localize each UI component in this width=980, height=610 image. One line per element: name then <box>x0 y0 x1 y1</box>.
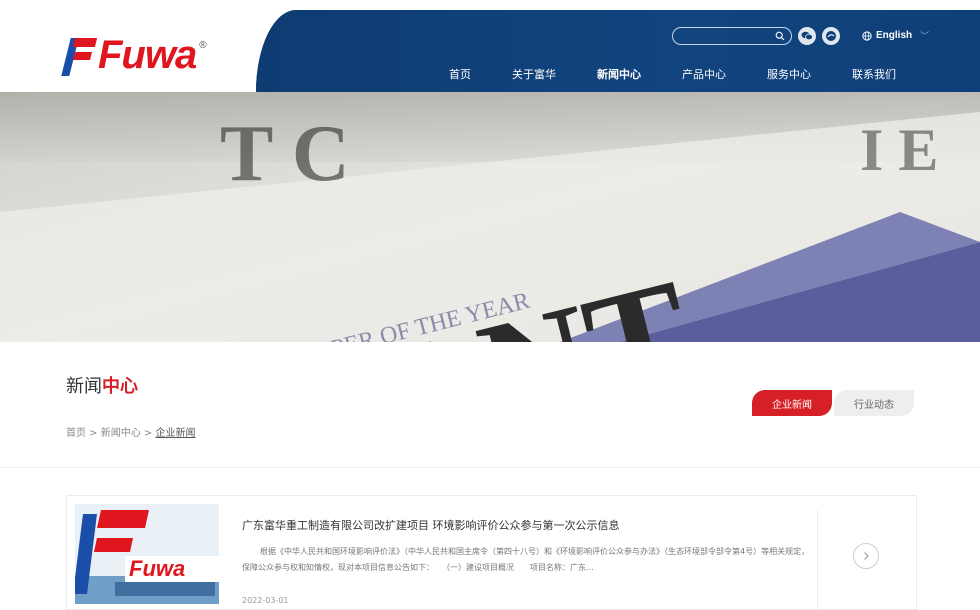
breadcrumb-sep: > <box>86 428 101 439</box>
globe-icon <box>862 30 872 41</box>
search-input[interactable] <box>679 29 771 43</box>
nav-about[interactable]: 关于富华 <box>512 66 556 82</box>
page-title-plain: 新闻 <box>66 376 102 397</box>
card-separator <box>817 510 818 610</box>
news-summary: 根据《中华人民共和国环境影响评价法》（中华人民共和国主席令（第四十八号）和《环境… <box>242 547 810 572</box>
site-header: Fuwa ® English ﹀ 首页 关于富华 新闻中心 产品中心 服务中心 … <box>0 0 980 92</box>
nav-home[interactable]: 首页 <box>449 66 471 82</box>
chevron-down-icon: ﹀ <box>920 31 930 41</box>
news-title[interactable]: 广东富华重工制造有限公司改扩建项目 环境影响评价公众参与第一次公示信息 <box>242 517 620 533</box>
thumb-logo-text: Fuwa <box>129 556 185 581</box>
newspaper-image: EUROPEAN NEWSPAPER OF THE YEAR OURANT T … <box>0 92 980 342</box>
chevron-right-icon <box>864 552 869 560</box>
search-icon[interactable] <box>775 31 785 41</box>
registered-mark: ® <box>199 40 207 51</box>
logo-text: Fuwa <box>98 33 197 77</box>
language-label: English <box>876 30 913 41</box>
breadcrumb-sep: > <box>140 428 156 439</box>
language-switcher[interactable]: English ﹀ <box>862 29 929 42</box>
read-more-button[interactable] <box>853 543 879 569</box>
weibo-icon[interactable] <box>822 27 840 45</box>
breadcrumb: 首页 > 新闻中心 > 企业新闻 <box>66 424 196 439</box>
news-card[interactable]: Fuwa 广东富华重工制造有限公司改扩建项目 环境影响评价公众参与第一次公示信息… <box>66 495 917 610</box>
breadcrumb-current[interactable]: 企业新闻 <box>156 428 196 439</box>
tab-company-news[interactable]: 企业新闻 <box>752 390 832 416</box>
logo-mark-icon <box>61 34 98 76</box>
nav-products[interactable]: 产品中心 <box>682 66 726 82</box>
search-box <box>672 27 792 45</box>
fuwa-logo[interactable]: Fuwa ® <box>61 26 207 77</box>
divider <box>0 467 980 468</box>
breadcrumb-parent[interactable]: 新闻中心 <box>101 428 141 439</box>
hero-banner: EUROPEAN NEWSPAPER OF THE YEAR OURANT T … <box>0 92 980 342</box>
nav-news[interactable]: 新闻中心 <box>597 66 641 82</box>
news-date: 2022-03-01 <box>242 596 289 605</box>
page-title-accent: 中心 <box>102 376 138 397</box>
page-title: 新闻中心 <box>66 372 138 398</box>
news-thumbnail[interactable]: Fuwa <box>75 504 219 604</box>
banner-text-right: I E <box>860 117 938 183</box>
breadcrumb-home[interactable]: 首页 <box>66 428 86 439</box>
wechat-icon[interactable] <box>798 27 816 45</box>
tab-industry-news[interactable]: 行业动态 <box>834 390 914 416</box>
nav-service[interactable]: 服务中心 <box>767 66 811 82</box>
banner-text-top: T C <box>220 110 350 198</box>
nav-contact[interactable]: 联系我们 <box>852 66 896 82</box>
